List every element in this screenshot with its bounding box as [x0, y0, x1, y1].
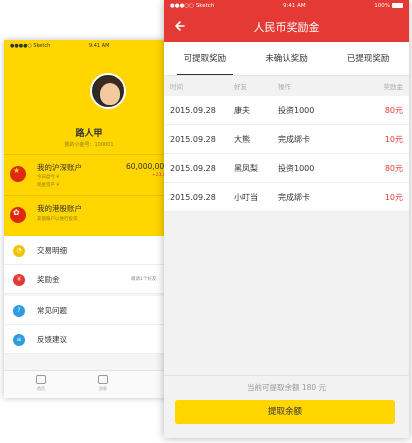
battery-indicator: 100% [374, 3, 403, 9]
account-title: 我的沪深账户 [37, 163, 82, 172]
menu-group-2: ? 常见问题 ≡ 反馈建议 [4, 296, 174, 354]
row-friend: 小叮当 [234, 192, 258, 202]
account-hk[interactable]: ✿ 我的港股账户 充值账户以进行投资 [4, 195, 174, 236]
back-arrow-icon[interactable] [172, 18, 188, 34]
table-row: 2015.09.28 大熊 完成绑卡 10元 [164, 125, 409, 154]
china-flag-icon: ★ [10, 166, 26, 182]
row-friend: 黑凤梨 [234, 163, 258, 173]
menu-item-feedback[interactable]: ≡ 反馈建议 [4, 325, 174, 354]
menu-label: 交易明细 [37, 246, 67, 255]
tab-home[interactable]: 首页 [26, 375, 56, 392]
account-pl: 今日盈亏 ¥ [37, 175, 60, 180]
user-id: 我的小金号：100001 [64, 142, 114, 148]
balance-text: 当前可提取余额 180 元 [246, 383, 327, 392]
reward-icon: ¥ [13, 274, 25, 286]
row-date: 2015.09.28 [170, 192, 216, 202]
row-amount: 10元 [384, 192, 403, 202]
nav-header: ●●●○○ Sketch 9:41 AM 100% 人民币奖励金 [164, 0, 409, 42]
table-row: 2015.09.28 黑凤梨 投资1000 80元 [164, 154, 409, 183]
row-date: 2015.09.28 [170, 134, 216, 144]
question-icon: ? [13, 305, 25, 317]
account-cn[interactable]: ★ 我的沪深账户 今日盈亏 ¥ 现金资产 ¥ 60,000,00 +23.4 [4, 154, 174, 195]
status-bar: ●●●○○ Sketch 9:41 AM 100% [164, 0, 409, 12]
row-op: 完成绑卡 [278, 134, 310, 144]
reward-tabs: 可提取奖励 未确认奖励 已提现奖励 [164, 42, 409, 76]
tab-messages[interactable]: 消息 [88, 375, 118, 392]
withdraw-button[interactable]: 提取余额 [175, 400, 395, 424]
message-icon [98, 375, 108, 384]
table-row: 2015.09.28 康夫 投资1000 80元 [164, 96, 409, 125]
tab-unconfirmed[interactable]: 未确认奖励 [246, 42, 328, 75]
account-cash: 现金资产 ¥ [37, 183, 60, 188]
carrier-text: ●●●●○ Sketch [10, 42, 51, 49]
clock-text: 9:41 AM [88, 42, 110, 49]
row-op: 投资1000 [278, 105, 315, 115]
col-time: 时间 [170, 83, 183, 91]
home-icon [36, 375, 46, 384]
menu-label: 常见问题 [37, 306, 67, 315]
menu-hint: 邀请1个好友 [131, 277, 157, 282]
row-date: 2015.09.28 [170, 163, 216, 173]
row-amount: 10元 [384, 134, 403, 144]
menu-item-faq[interactable]: ? 常见问题 [4, 296, 174, 325]
clock-text: 9:41 AM [282, 3, 306, 9]
tab-bar: 首页 消息 [4, 370, 174, 398]
menu-item-trades[interactable]: ◔ 交易明细 [4, 236, 174, 265]
feedback-icon: ≡ [13, 334, 25, 346]
menu-label: 反馈建议 [37, 335, 67, 344]
col-op: 操作 [278, 83, 291, 91]
clock-icon: ◔ [13, 245, 25, 257]
row-date: 2015.09.28 [170, 105, 216, 115]
page-title: 人民币奖励金 [253, 21, 320, 34]
profile-screen: ●●●●○ Sketch 9:41 AM 路人甲 我的小金号：100001 ★ … [4, 40, 174, 398]
reward-table: 2015.09.28 康夫 投资1000 80元 2015.09.28 大熊 完… [164, 96, 409, 212]
col-amount: 奖励金 [383, 83, 404, 91]
row-friend: 康夫 [234, 105, 250, 115]
battery-icon [392, 3, 403, 8]
row-amount: 80元 [384, 105, 403, 115]
row-op: 完成绑卡 [278, 192, 310, 202]
user-name: 路人甲 [75, 129, 103, 139]
account-amount: 60,000,00 [126, 162, 165, 171]
row-op: 投资1000 [278, 163, 315, 173]
reward-screen: ●●●○○ Sketch 9:41 AM 100% 人民币奖励金 可提取奖励 未… [164, 0, 409, 438]
profile-header: 路人甲 我的小金号：100001 [4, 51, 174, 166]
status-bar: ●●●●○ Sketch 9:41 AM [4, 40, 174, 51]
menu-item-reward[interactable]: ¥ 奖励金 邀请1个好友 [4, 265, 174, 294]
account-hint: 充值账户以进行投资 [37, 217, 78, 222]
carrier-text: ●●●○○ Sketch [170, 3, 215, 9]
avatar[interactable] [90, 73, 126, 109]
hongkong-flag-icon: ✿ [10, 207, 26, 223]
table-header: 时间 好友 操作 奖励金 [164, 76, 409, 96]
tab-withdrawable[interactable]: 可提取奖励 [164, 42, 246, 75]
row-friend: 大熊 [234, 134, 250, 144]
account-title: 我的港股账户 [37, 204, 82, 213]
menu-group-1: ◔ 交易明细 ¥ 奖励金 邀请1个好友 [4, 236, 174, 294]
col-friend: 好友 [234, 83, 247, 91]
row-amount: 80元 [384, 163, 403, 173]
tab-withdrawn[interactable]: 已提现奖励 [327, 42, 409, 75]
withdraw-panel: 当前可提取余额 180 元 提取余额 [164, 375, 409, 438]
menu-label: 奖励金 [37, 275, 60, 284]
table-row: 2015.09.28 小叮当 完成绑卡 10元 [164, 183, 409, 212]
